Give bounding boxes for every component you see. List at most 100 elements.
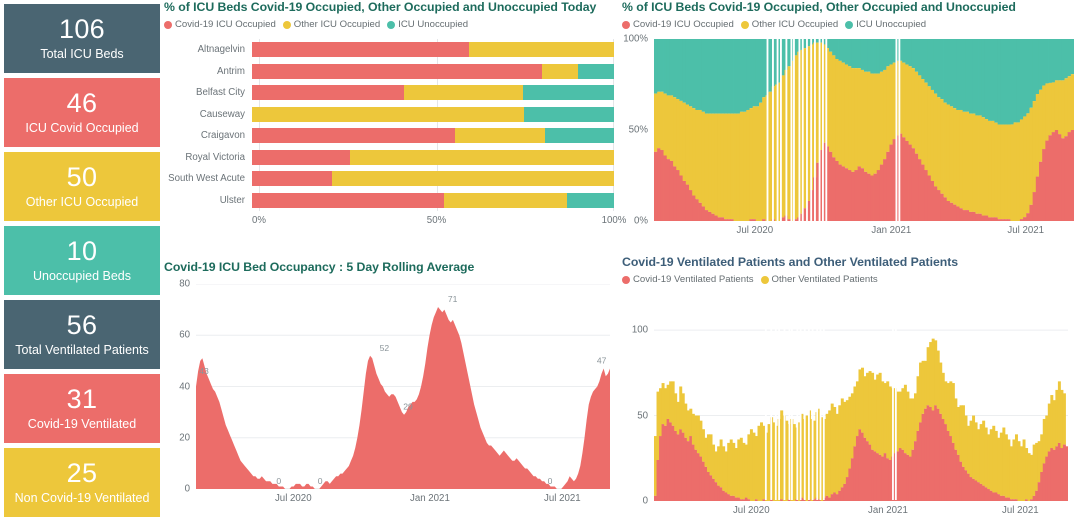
legend-color-swatch-icon bbox=[622, 20, 630, 29]
x-axis-tick: Jul 2020 bbox=[732, 505, 770, 516]
bar-segment-other-icu-occupied[interactable] bbox=[541, 63, 578, 79]
panel-hospital-breakdown: % of ICU Beds Covid-19 Occupied, Other O… bbox=[164, 0, 626, 258]
hospital-label: Altnagelvin bbox=[197, 44, 245, 56]
kpi-column: 106 Total ICU Beds 46 ICU Covid Occupied 50 O… bbox=[0, 0, 164, 531]
bar-segment-other-icu-occupied[interactable] bbox=[331, 171, 614, 187]
legend-item[interactable]: ICU Unoccupied bbox=[845, 19, 926, 30]
pct-over-time-legend: Covid-19 ICU Occupied Other ICU Occupied I… bbox=[622, 19, 1080, 30]
legend-label: Covid-19 ICU Occupied bbox=[633, 19, 734, 30]
stacked-bar[interactable] bbox=[252, 42, 614, 58]
legend-label: Covid-19 Ventilated Patients bbox=[633, 274, 754, 285]
kpi-label: Total ICU Beds bbox=[40, 46, 124, 61]
y-axis-tick: 0 bbox=[184, 483, 190, 495]
legend-item[interactable]: Covid-19 Ventilated Patients bbox=[622, 274, 754, 285]
bar-segment-covid-19-icu-occupied[interactable] bbox=[252, 149, 350, 165]
legend-item[interactable]: Covid-19 ICU Occupied bbox=[164, 19, 276, 30]
legend-label: Other ICU Occupied bbox=[751, 19, 839, 30]
bar-segment-other-icu-occupied[interactable] bbox=[469, 42, 614, 58]
kpi-card-total-icu-beds[interactable]: 106 Total ICU Beds bbox=[4, 4, 160, 73]
icu-rolling-yaxis: 80 60 40 20 0 bbox=[164, 279, 194, 495]
y-axis-tick: 0% bbox=[633, 215, 648, 227]
kpi-value: 10 bbox=[66, 236, 98, 267]
bar-segment-other-icu-occupied[interactable] bbox=[443, 192, 567, 208]
kpi-card-total-ventilated-patients[interactable]: 56 Total Ventilated Patients bbox=[4, 300, 160, 369]
data-point-label: 47 bbox=[597, 356, 607, 366]
legend-label: ICU Unoccupied bbox=[398, 19, 469, 30]
bar-segment-other-icu-occupied[interactable] bbox=[252, 106, 524, 122]
bar-segment-covid-19-icu-occupied[interactable] bbox=[252, 192, 444, 208]
stacked-bar[interactable] bbox=[252, 106, 614, 122]
kpi-card-covid-19-ventilated[interactable]: 31 Covid-19 Ventilated bbox=[4, 374, 160, 443]
x-axis-tick: Jan 2021 bbox=[409, 493, 450, 504]
panel-ventilated: Covid-19 Ventilated Patients and Other V… bbox=[622, 255, 1080, 531]
y-axis-tick: 50 bbox=[637, 410, 648, 422]
bar-segment-icu-unoccupied[interactable] bbox=[523, 106, 614, 122]
kpi-value: 31 bbox=[66, 384, 98, 415]
kpi-label: Unoccupied Beds bbox=[33, 268, 131, 283]
kpi-card-other-icu-occupied[interactable]: 50 Other ICU Occupied bbox=[4, 152, 160, 221]
hospital-label: Belfast City bbox=[196, 87, 245, 99]
bar-segment-covid-19-icu-occupied[interactable] bbox=[252, 63, 542, 79]
legend-color-swatch-icon bbox=[164, 20, 172, 29]
bar-segment-icu-unoccupied[interactable] bbox=[577, 63, 614, 79]
bar-segment-icu-unoccupied[interactable] bbox=[523, 85, 614, 101]
legend-label: Other Ventilated Patients bbox=[771, 274, 878, 285]
panel-pct-over-time: % of ICU Beds Covid-19 Occupied, Other O… bbox=[622, 0, 1080, 258]
x-axis-tick: 50% bbox=[426, 215, 447, 226]
icu-rolling-plot: 80 60 40 20 0 43 0 0 52 29 71 0 47 Jul 2020 Jan 2021… bbox=[164, 279, 616, 516]
kpi-label: Covid-19 Ventilated bbox=[27, 416, 137, 431]
stacked-bar[interactable] bbox=[252, 128, 614, 144]
y-axis-tick: 80 bbox=[179, 278, 190, 290]
ventilated-plot: 100 50 0 Jul 2020 Jan 2021 Jul 2021 bbox=[622, 313, 1074, 528]
stacked-bar[interactable] bbox=[252, 85, 614, 101]
pct-over-time-xaxis: Jul 2020 Jan 2021 Jul 2021 bbox=[654, 225, 1074, 239]
data-point-label: 29 bbox=[403, 402, 413, 412]
stacked-bar[interactable] bbox=[252, 171, 614, 187]
kpi-value: 56 bbox=[66, 310, 98, 341]
bar-segment-covid-19-icu-occupied[interactable] bbox=[252, 85, 405, 101]
data-point-label: 71 bbox=[448, 294, 458, 304]
icu-dashboard: 106 Total ICU Beds 46 ICU Covid Occupied 50 O… bbox=[0, 0, 1080, 531]
legend-item[interactable]: Covid-19 ICU Occupied bbox=[622, 19, 734, 30]
ventilated-legend: Covid-19 Ventilated Patients Other Ventil… bbox=[622, 274, 1080, 285]
kpi-label: ICU Covid Occupied bbox=[25, 120, 139, 135]
bar-segment-icu-unoccupied[interactable] bbox=[545, 128, 614, 144]
stacked-bar[interactable] bbox=[252, 192, 614, 208]
bar-segment-covid-19-icu-occupied[interactable] bbox=[252, 128, 455, 144]
y-axis-tick: 20 bbox=[179, 432, 190, 444]
bar-segment-other-icu-occupied[interactable] bbox=[454, 128, 546, 144]
x-axis-tick: Jul 2021 bbox=[1002, 505, 1039, 516]
data-point-label: 0 bbox=[548, 476, 553, 486]
y-axis-tick: 100 bbox=[631, 324, 648, 336]
panel-pct-over-time-title: % of ICU Beds Covid-19 Occupied, Other O… bbox=[622, 0, 1016, 14]
bar-segment-other-icu-occupied[interactable] bbox=[349, 149, 614, 165]
hospital-label: South West Acute bbox=[168, 173, 245, 185]
legend-label: Other ICU Occupied bbox=[293, 19, 381, 30]
kpi-label: Non Covid-19 Ventilated bbox=[14, 490, 150, 505]
kpi-value: 106 bbox=[59, 14, 105, 45]
pct-over-time-yaxis: 100% 50% 0% bbox=[622, 34, 652, 227]
bar-segment-covid-19-icu-occupied[interactable] bbox=[252, 42, 470, 58]
legend-color-swatch-icon bbox=[387, 20, 396, 29]
stacked-bar[interactable] bbox=[252, 149, 614, 165]
x-axis-tick: Jan 2021 bbox=[867, 505, 908, 516]
legend-item[interactable]: Other ICU Occupied bbox=[282, 19, 381, 30]
legend-item[interactable]: Other Ventilated Patients bbox=[760, 274, 878, 285]
kpi-label: Total Ventilated Patients bbox=[15, 342, 149, 357]
kpi-card-unoccupied-beds[interactable]: 10 Unoccupied Beds bbox=[4, 226, 160, 295]
kpi-card-non-covid-19-ventilated[interactable]: 25 Non Covid-19 Ventilated bbox=[4, 448, 160, 517]
y-axis-tick: 0 bbox=[642, 495, 648, 507]
kpi-card-icu-covid-occupied[interactable]: 46 ICU Covid Occupied bbox=[4, 78, 160, 147]
x-axis-tick: Jan 2021 bbox=[871, 225, 912, 236]
bar-segment-icu-unoccupied[interactable] bbox=[566, 192, 614, 208]
legend-label: ICU Unoccupied bbox=[856, 19, 927, 30]
legend-item[interactable]: Other ICU Occupied bbox=[740, 19, 839, 30]
hospital-breakdown-xaxis: 0% 50% 100% bbox=[252, 215, 626, 229]
bar-segment-covid-19-icu-occupied[interactable] bbox=[252, 171, 332, 187]
x-axis-tick: Jul 2020 bbox=[274, 493, 312, 504]
bar-segment-other-icu-occupied[interactable] bbox=[404, 85, 524, 101]
data-point-label: 52 bbox=[380, 343, 390, 353]
stacked-bar[interactable] bbox=[252, 63, 614, 79]
y-axis-tick: 100% bbox=[623, 33, 648, 45]
legend-item[interactable]: ICU Unoccupied bbox=[387, 19, 468, 30]
